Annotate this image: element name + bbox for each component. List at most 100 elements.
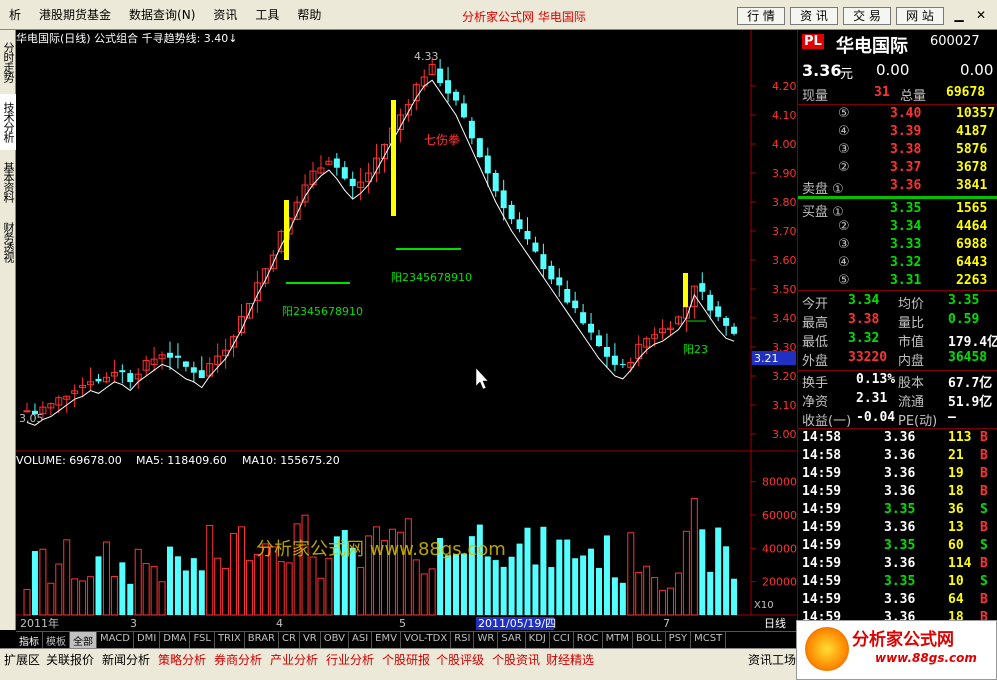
minimize-icon[interactable]: ▁ bbox=[950, 6, 968, 24]
stat-value: 3.34 bbox=[848, 293, 880, 308]
tick-time: 14:59 bbox=[802, 520, 842, 535]
fin-label: 换手 bbox=[802, 376, 829, 391]
zongliang-label: 总量 bbox=[900, 89, 927, 104]
indicator-tab[interactable]: CCI bbox=[550, 632, 574, 648]
quote-row: 14:59 3.36 18 B bbox=[798, 484, 997, 502]
tick-volume: 13 bbox=[948, 520, 964, 535]
fin-label: 收益(一) bbox=[802, 414, 852, 429]
yang-label-1: 阳2345678910 bbox=[282, 305, 363, 318]
status-tab[interactable]: 个股评级 bbox=[434, 651, 486, 668]
quote-panel: PL 华电国际 600027 3.36 元 0.00 0.00 现量 31 总量… bbox=[797, 30, 997, 630]
ad-banner[interactable]: 分析家公式网 www.88gs.com bbox=[796, 620, 997, 680]
status-tab[interactable]: 个股研报 bbox=[380, 651, 432, 668]
status-tab[interactable]: 券商分析 bbox=[212, 651, 264, 668]
indicator-tab[interactable]: 模板 bbox=[43, 632, 70, 648]
indicator-tab[interactable]: BOLL bbox=[633, 632, 666, 648]
indicator-tab[interactable]: 指标 bbox=[16, 632, 43, 648]
quote-row: 换手 0.13% 股本 67.7亿 bbox=[798, 372, 997, 391]
indicator-tab[interactable]: KDJ bbox=[526, 632, 550, 648]
indicator-tab[interactable]: MTM bbox=[603, 632, 633, 648]
indicator-tab[interactable]: PSY bbox=[666, 632, 692, 648]
price-tick-label: 3.40 bbox=[772, 312, 797, 325]
status-tab[interactable]: 个股资讯 bbox=[490, 651, 542, 668]
indicator-tab[interactable]: MCST bbox=[691, 632, 727, 648]
period-label: 日线 bbox=[764, 616, 786, 630]
status-tab[interactable]: 行业分析 bbox=[324, 651, 376, 668]
indicator-tab[interactable]: VOL-TDX bbox=[401, 632, 452, 648]
tick-volume: 114 bbox=[948, 556, 972, 571]
buy-level-label: ④ bbox=[838, 255, 850, 270]
status-tab[interactable]: 产业分析 bbox=[268, 651, 320, 668]
volume-tick-label: 80000 bbox=[762, 476, 797, 489]
tick-side: B bbox=[980, 484, 988, 499]
status-tab[interactable]: 策略分析 bbox=[156, 651, 208, 668]
tick-time: 14:59 bbox=[802, 556, 842, 571]
quote-row: 外盘 33220 内盘 36458 bbox=[798, 350, 997, 369]
menu-item-tools[interactable]: 工具 bbox=[246, 6, 288, 23]
stat-value: 33220 bbox=[848, 350, 888, 365]
menu-item-help[interactable]: 帮助 bbox=[288, 6, 330, 23]
indicator-tab[interactable]: 全部 bbox=[70, 632, 97, 648]
menu-item-data-query[interactable]: 数据查询(N) bbox=[120, 6, 204, 23]
indicator-tab[interactable]: FSL bbox=[190, 632, 215, 648]
volume-tick-label: 40000 bbox=[762, 542, 797, 555]
indicator-tab[interactable]: VR bbox=[300, 632, 321, 648]
quote-row: 最低 3.32 市值 179.4亿 bbox=[798, 331, 997, 350]
price-change: 0.00 bbox=[876, 61, 910, 79]
xianliang-value: 31 bbox=[874, 85, 890, 100]
indicator-tab[interactable]: RSI bbox=[451, 632, 475, 648]
indicator-tab[interactable]: EMV bbox=[372, 632, 401, 648]
kline-chart[interactable]: 华电国际(日线) 公式组合 千寻趋势线: 3.40↓ VOLUME: 69678… bbox=[16, 30, 797, 630]
tab-technical[interactable]: 技术分析 bbox=[0, 94, 16, 150]
indicator-tab[interactable]: DMA bbox=[160, 632, 191, 648]
indicator-tab[interactable]: MACD bbox=[97, 632, 134, 648]
buy-volume: 6443 bbox=[956, 255, 988, 270]
menu-item-news[interactable]: 资讯 bbox=[204, 6, 246, 23]
sell-level-label: ② bbox=[838, 160, 850, 175]
tick-time: 14:58 bbox=[802, 448, 842, 463]
indicator-tab[interactable]: ASI bbox=[349, 632, 373, 648]
ad-url: www.88gs.com bbox=[875, 651, 977, 665]
menu-item-analysis[interactable]: 析 bbox=[0, 6, 30, 23]
menu-item-hk-futures[interactable]: 港股期货基金 bbox=[30, 6, 120, 23]
status-tab[interactable]: 扩展区 bbox=[2, 651, 42, 668]
buy-level-label: ⑤ bbox=[838, 273, 850, 288]
tick-side: B bbox=[980, 430, 988, 445]
price-tick-label: 3.50 bbox=[772, 283, 797, 296]
website-button[interactable]: 网 站 bbox=[896, 7, 944, 25]
tick-price: 3.36 bbox=[884, 466, 916, 481]
close-icon[interactable]: ✕ bbox=[972, 6, 990, 24]
sell-price: 3.37 bbox=[890, 160, 922, 175]
status-tab[interactable]: 财经精选 bbox=[544, 651, 596, 668]
trade-button[interactable]: 交 易 bbox=[843, 7, 891, 25]
volume-tick-label: 20000 bbox=[762, 576, 797, 589]
date-marker: 2011/05/19/四 bbox=[478, 617, 556, 630]
indicator-tab[interactable]: CR bbox=[279, 632, 300, 648]
indicator-tab[interactable]: BRAR bbox=[245, 632, 279, 648]
quote-row: ② 3.37 3678 bbox=[798, 160, 997, 178]
tab-intraday[interactable]: 分时走势 bbox=[0, 34, 16, 90]
indicator-tab[interactable]: WR bbox=[474, 632, 499, 648]
indicator-tab[interactable]: ROC bbox=[574, 632, 603, 648]
ad-title: 分析家公式网 bbox=[852, 630, 954, 650]
fin-label: PE(动) bbox=[898, 414, 938, 429]
status-tab[interactable]: 关联报价 bbox=[44, 651, 96, 668]
tab-fundamentals[interactable]: 基本资料 bbox=[0, 154, 16, 210]
indicator-tab[interactable]: OBV bbox=[321, 632, 349, 648]
chart-header: 华电国际(日线) 公式组合 千寻趋势线: 3.40↓ bbox=[16, 31, 238, 45]
indicator-tab[interactable]: SAR bbox=[498, 632, 526, 648]
high-annotation: 4.33 bbox=[414, 50, 439, 63]
quote-button[interactable]: 行 情 bbox=[737, 7, 785, 25]
indicator-tab[interactable]: DMI bbox=[134, 632, 161, 648]
sell-price: 3.40 bbox=[890, 106, 922, 121]
tab-financials[interactable]: 财务透视 bbox=[0, 214, 16, 270]
quote-row: 净资 2.31 流通 51.9亿 bbox=[798, 391, 997, 410]
tick-price: 3.36 bbox=[884, 556, 916, 571]
quote-row: 14:59 3.36 64 B bbox=[798, 592, 997, 610]
status-tab[interactable]: 资讯工场 bbox=[746, 651, 798, 668]
tick-volume: 10 bbox=[948, 574, 964, 589]
indicator-tab[interactable]: TRIX bbox=[215, 632, 245, 648]
news-button[interactable]: 资 讯 bbox=[790, 7, 838, 25]
status-tab[interactable]: 新闻分析 bbox=[100, 651, 152, 668]
fin-value: — bbox=[948, 410, 956, 425]
